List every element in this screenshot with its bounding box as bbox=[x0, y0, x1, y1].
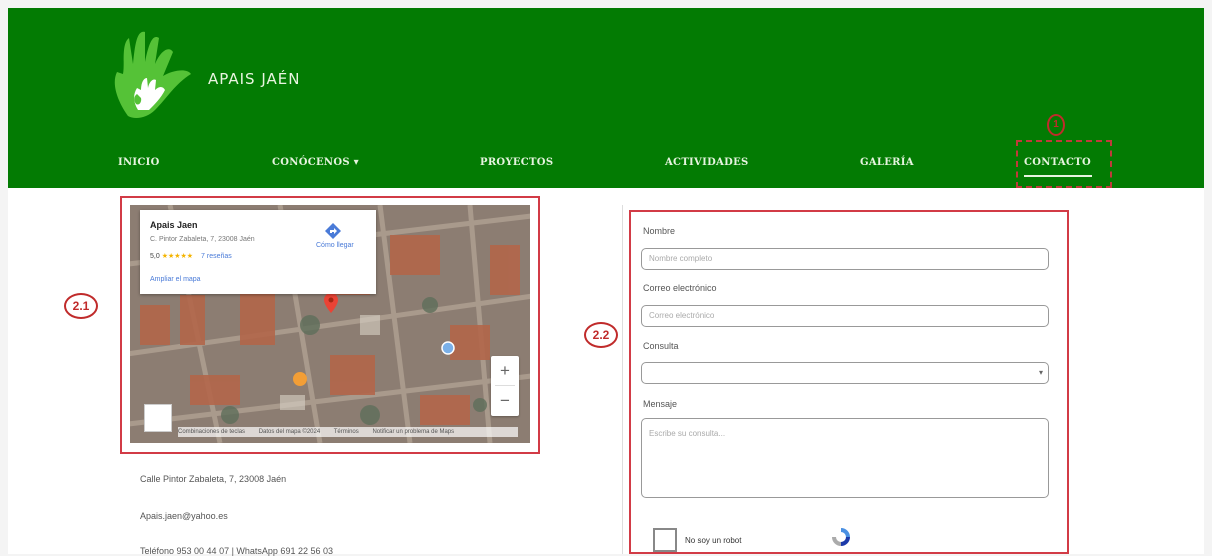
message-textarea[interactable]: Escribe su consulta... bbox=[641, 418, 1049, 498]
nav-item-galeria[interactable]: GALERÍA bbox=[860, 157, 914, 168]
recaptcha-logo-icon bbox=[832, 528, 850, 546]
annotation-marker-2-2: 2.2 bbox=[584, 322, 618, 348]
subject-select[interactable]: ▾ bbox=[641, 362, 1049, 384]
column-divider bbox=[622, 205, 623, 554]
email-label: Correo electrónico bbox=[643, 283, 717, 293]
nav-item-inicio[interactable]: INICIO bbox=[118, 157, 160, 168]
name-label: Nombre bbox=[643, 226, 676, 236]
recaptcha-label: No soy un robot bbox=[685, 536, 742, 545]
annotation-marker-2-1: 2.1 bbox=[64, 293, 98, 319]
contact-address: Calle Pintor Zabaleta, 7, 23008 Jaén bbox=[140, 474, 287, 484]
contact-phone: Teléfono 953 00 44 07 | WhatsApp 691 22 … bbox=[140, 546, 333, 556]
nav-item-conocenos[interactable]: CONÓCENOS ▾ bbox=[272, 157, 359, 168]
annotation-frame-map bbox=[120, 196, 540, 454]
name-input[interactable]: Nombre completo bbox=[641, 248, 1049, 270]
hand-logo-icon[interactable] bbox=[103, 24, 203, 124]
contact-email[interactable]: Apais.jaen@yahoo.es bbox=[140, 511, 228, 521]
site-name[interactable]: APAIS JAÉN bbox=[208, 70, 300, 88]
message-label: Mensaje bbox=[643, 399, 678, 409]
email-input[interactable]: Correo electrónico bbox=[641, 305, 1049, 327]
annotation-marker-1: 1 bbox=[1047, 114, 1065, 136]
annotation-box-contacto bbox=[1016, 140, 1112, 188]
nav-item-actividades[interactable]: ACTIVIDADES bbox=[665, 157, 749, 168]
nav-item-proyectos[interactable]: PROYECTOS bbox=[480, 157, 553, 168]
chevron-down-icon: ▾ bbox=[1038, 368, 1043, 377]
subject-label: Consulta bbox=[643, 341, 679, 351]
recaptcha-checkbox[interactable] bbox=[653, 528, 677, 552]
